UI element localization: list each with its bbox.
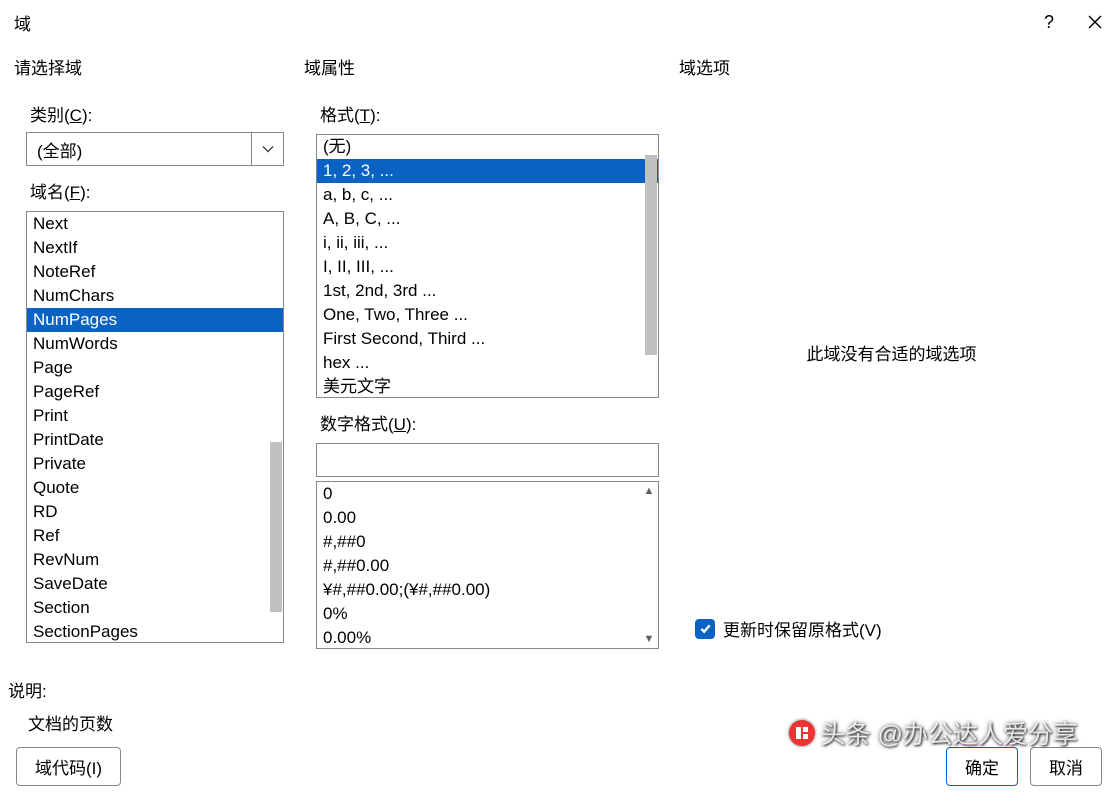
list-item[interactable]: a, b, c, ... (317, 183, 658, 207)
field-dialog: 域 ? 请选择域 类别(C): (全部) 域名(F): NextNextIf (0, 0, 1118, 791)
list-item[interactable]: RD (27, 500, 283, 524)
list-item[interactable]: NextIf (27, 236, 283, 260)
panel-title-options: 域选项 (679, 44, 1104, 89)
scroll-down-icon[interactable]: ▼ (640, 630, 658, 648)
preserve-format-label: 更新时保留原格式(V) (723, 616, 882, 641)
numformat-input[interactable] (316, 443, 659, 477)
list-item[interactable]: ¥#,##0.00;(¥#,##0.00) (317, 578, 658, 602)
list-item[interactable]: Page (27, 356, 283, 380)
category-dropdown[interactable]: (全部) (26, 132, 284, 166)
scroll-up-icon[interactable]: ▲ (640, 482, 658, 500)
chevron-down-icon (251, 133, 283, 165)
list-item[interactable]: 0 (317, 482, 658, 506)
list-item[interactable]: NumChars (27, 284, 283, 308)
list-item[interactable]: 美元文字 (317, 375, 658, 397)
list-item[interactable]: RevNum (27, 548, 283, 572)
format-listbox[interactable]: (无)1, 2, 3, ...a, b, c, ...A, B, C, ...i… (316, 134, 659, 398)
scrollbar[interactable] (640, 135, 658, 397)
list-item[interactable]: I, II, III, ... (317, 255, 658, 279)
list-item[interactable]: 1st, 2nd, 3rd ... (317, 279, 658, 303)
list-item[interactable]: A, B, C, ... (317, 207, 658, 231)
list-item[interactable]: Ref (27, 524, 283, 548)
list-item[interactable]: #,##0.00 (317, 554, 658, 578)
help-button[interactable]: ? (1026, 0, 1072, 44)
numformat-label: 数字格式(U): (304, 398, 659, 439)
cancel-button[interactable]: 取消 (1030, 747, 1102, 786)
list-item[interactable]: SaveDate (27, 572, 283, 596)
checkbox-checked-icon (695, 619, 715, 639)
titlebar: 域 ? (0, 0, 1118, 44)
no-options-message: 此域没有合适的域选项 (679, 89, 1104, 616)
list-item[interactable]: Print (27, 404, 283, 428)
panel-field-options: 域选项 此域没有合适的域选项 更新时保留原格式(V) (679, 44, 1104, 649)
list-item[interactable]: (无) (317, 135, 658, 159)
numformat-listbox[interactable]: 00.00#,##0#,##0.00¥#,##0.00;(¥#,##0.00)0… (316, 481, 659, 649)
panel-title-select: 请选择域 (14, 44, 284, 89)
dialog-body: 请选择域 类别(C): (全部) 域名(F): NextNextIfNoteRe… (0, 44, 1118, 659)
description-label: 说明: (8, 677, 1118, 702)
category-value: (全部) (37, 137, 82, 162)
list-item[interactable]: NumPages (27, 308, 283, 332)
dialog-title: 域 (14, 10, 31, 35)
list-item[interactable]: One, Two, Three ... (317, 303, 658, 327)
list-item[interactable]: NumWords (27, 332, 283, 356)
close-button[interactable] (1072, 0, 1118, 44)
panel-field-properties: 域属性 格式(T): (无)1, 2, 3, ...a, b, c, ...A,… (304, 44, 679, 649)
list-item[interactable]: 1, 2, 3, ... (317, 159, 658, 183)
list-item[interactable]: 0.00% (317, 626, 658, 648)
format-label: 格式(T): (304, 89, 659, 130)
list-item[interactable]: i, ii, iii, ... (317, 231, 658, 255)
fieldname-listbox[interactable]: NextNextIfNoteRefNumCharsNumPagesNumWord… (26, 211, 284, 643)
scrollbar-thumb[interactable] (270, 442, 282, 612)
panel-title-properties: 域属性 (304, 44, 659, 89)
list-item[interactable]: 0% (317, 602, 658, 626)
scrollbar[interactable]: ▲ ▼ (640, 482, 658, 648)
list-item[interactable]: Next (27, 212, 283, 236)
scrollbar[interactable] (265, 212, 283, 642)
panel-select-field: 请选择域 类别(C): (全部) 域名(F): NextNextIfNoteRe… (14, 44, 304, 649)
list-item[interactable]: 0.00 (317, 506, 658, 530)
list-item[interactable]: hex ... (317, 351, 658, 375)
description-text: 文档的页数 (8, 702, 1118, 735)
list-item[interactable]: SectionPages (27, 620, 283, 642)
list-item[interactable]: NoteRef (27, 260, 283, 284)
list-item[interactable]: Private (27, 452, 283, 476)
field-code-button[interactable]: 域代码(I) (16, 747, 121, 786)
list-item[interactable]: #,##0 (317, 530, 658, 554)
preserve-format-checkbox[interactable]: 更新时保留原格式(V) (679, 616, 1104, 641)
list-item[interactable]: First Second, Third ... (317, 327, 658, 351)
category-label: 类别(C): (14, 89, 284, 130)
list-item[interactable]: Quote (27, 476, 283, 500)
list-item[interactable]: PageRef (27, 380, 283, 404)
list-item[interactable]: PrintDate (27, 428, 283, 452)
description-block: 说明: 文档的页数 (0, 659, 1118, 735)
ok-button[interactable]: 确定 (946, 747, 1018, 786)
fieldname-label: 域名(F): (14, 166, 284, 207)
button-bar: 域代码(I) 确定 取消 (0, 735, 1118, 802)
scrollbar-thumb[interactable] (645, 155, 657, 355)
list-item[interactable]: Section (27, 596, 283, 620)
close-icon (1088, 15, 1102, 29)
